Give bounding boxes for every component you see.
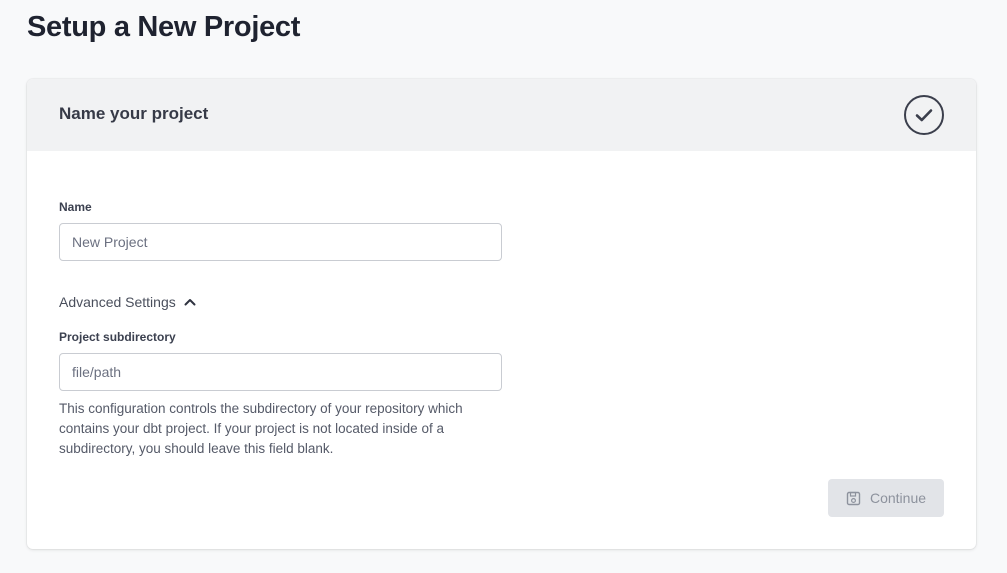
advanced-settings-toggle[interactable]: Advanced Settings <box>59 294 196 310</box>
subdirectory-help-text: This configuration controls the subdirec… <box>59 401 463 456</box>
continue-label: Continue <box>869 490 927 506</box>
subdirectory-label: Project subdirectory <box>59 330 176 344</box>
chevron-up-icon <box>184 298 196 306</box>
check-circle-icon <box>904 95 944 135</box>
continue-button[interactable]: Continue <box>828 479 944 517</box>
advanced-settings-label: Advanced Settings <box>59 294 176 310</box>
card-header: Name your project <box>27 79 976 151</box>
card-title: Name your project <box>59 104 209 123</box>
subdirectory-input[interactable] <box>59 353 502 391</box>
save-icon <box>846 491 861 506</box>
page-title: Setup a New Project <box>27 11 301 43</box>
project-setup-card: Name your project Name Advanced Settings… <box>27 79 976 549</box>
name-input[interactable] <box>59 223 502 261</box>
name-label: Name <box>59 200 92 214</box>
